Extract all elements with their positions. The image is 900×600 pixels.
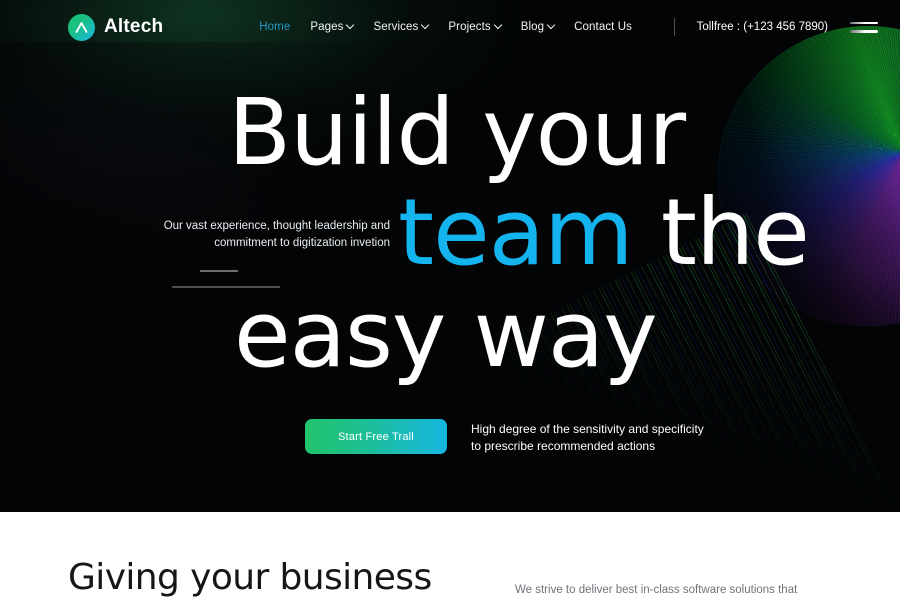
nav-item-pages[interactable]: Pages: [310, 20, 355, 33]
main-navigation: Home Pages Services Projects Blog Contac…: [259, 20, 632, 33]
hamburger-line: [850, 21, 878, 24]
header-right: Tollfree : (+123 456 7890): [673, 18, 878, 36]
divider: [673, 18, 675, 36]
chevron-down-icon: [546, 20, 556, 30]
altech-logo-icon: [68, 13, 95, 41]
hero-content: Build your team the easy way Our vast ex…: [0, 0, 900, 512]
nav-item-contact-us-label: Contact Us: [574, 21, 633, 33]
nav-item-pages-label: Pages: [310, 21, 344, 33]
hero-cta-row: Start Free Trall High degree of the sens…: [305, 419, 704, 456]
hamburger-menu-icon[interactable]: [850, 21, 878, 33]
brand-logo[interactable]: Altech: [68, 13, 164, 41]
decorative-rule-short: [200, 270, 238, 272]
brand-name: Altech: [104, 16, 164, 37]
hero-subcopy: Our vast experience, thought leadership …: [163, 220, 390, 249]
section-paragraph: We strive to deliver best in-class softw…: [515, 584, 798, 596]
nav-item-projects[interactable]: Projects: [448, 20, 502, 33]
hamburger-line: [850, 30, 878, 33]
hero-section: Altech Home Pages Services Projects Blog…: [0, 0, 900, 512]
headline-line-1: Build your: [228, 79, 686, 186]
nav-item-services[interactable]: Services: [373, 20, 430, 33]
start-free-trial-button[interactable]: Start Free Trall: [305, 419, 447, 454]
headline-line-2: team the: [398, 187, 810, 279]
headline-line-2-rest: the: [632, 179, 810, 286]
chevron-down-icon: [346, 20, 355, 30]
nav-item-home-label: Home: [259, 21, 291, 33]
nav-item-contact-us[interactable]: Contact Us: [574, 21, 632, 33]
site-header: Altech Home Pages Services Projects Blog…: [0, 0, 900, 54]
headline-line-3: easy way: [234, 281, 658, 388]
landing-page: Altech Home Pages Services Projects Blog…: [0, 0, 900, 600]
chevron-down-icon: [493, 20, 502, 30]
nav-item-blog[interactable]: Blog: [520, 20, 556, 33]
nav-item-services-label: Services: [373, 21, 419, 33]
nav-item-blog-label: Blog: [520, 21, 545, 33]
about-section: Giving your business We strive to delive…: [0, 512, 900, 600]
headline-accent-word: team: [398, 179, 634, 286]
section-title: Giving your business: [68, 557, 432, 598]
nav-item-projects-label: Projects: [448, 21, 491, 33]
nav-item-home[interactable]: Home: [259, 21, 290, 33]
decorative-rule-long: [172, 286, 280, 288]
chevron-down-icon: [421, 20, 430, 30]
tollfree-phone[interactable]: Tollfree : (+123 456 7890): [697, 21, 828, 33]
hero-cta-description: High degree of the sensitivity and speci…: [471, 422, 704, 454]
